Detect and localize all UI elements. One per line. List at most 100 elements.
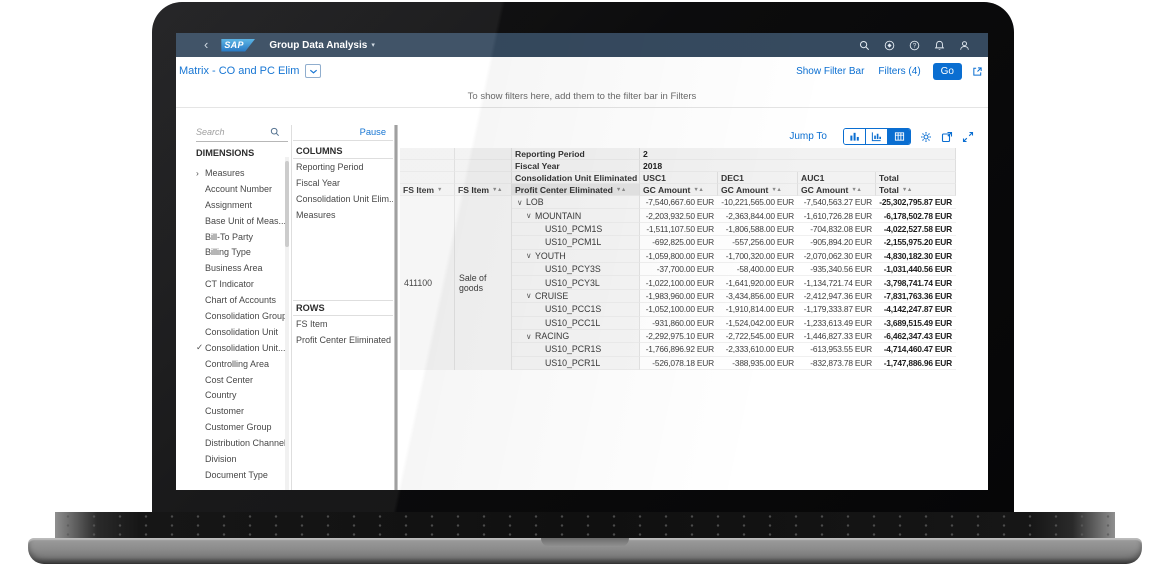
expandable-row-header-cell[interactable]: ∨ YOUTH: [512, 249, 640, 263]
expandable-row-header-cell[interactable]: ∨ MOUNTAIN: [512, 209, 640, 223]
gc-amount-header-cell[interactable]: GC Amount ▼▲: [798, 184, 876, 196]
amount-value-cell: -1,022,100.00 EUR: [640, 276, 718, 290]
row-header-cell[interactable]: US10_PCR1L: [512, 356, 640, 371]
dimension-item[interactable]: Cost Center: [196, 372, 291, 388]
collapse-chevron-icon[interactable]: ∨: [517, 198, 526, 207]
row-header-cell[interactable]: US10_PCY3L: [512, 276, 640, 290]
dimension-item[interactable]: Consolidation Unit: [196, 324, 291, 340]
search-input[interactable]: [196, 127, 270, 137]
collapse-chevron-icon[interactable]: ∨: [526, 291, 535, 300]
go-button[interactable]: Go: [932, 62, 962, 80]
dimension-item[interactable]: Base Unit of Meas...: [196, 213, 291, 229]
search-icon[interactable]: [270, 127, 280, 137]
panel-splitter-handle[interactable]: [394, 125, 398, 490]
dimension-item[interactable]: Division: [196, 451, 291, 467]
dimension-item[interactable]: Customer: [196, 403, 291, 419]
column-dimension-item[interactable]: Reporting Period: [293, 159, 393, 175]
filter-sort-icon: ▼▲: [615, 186, 626, 193]
show-filter-bar-link[interactable]: Show Filter Bar: [796, 66, 864, 77]
unit-header-cell[interactable]: AUC1: [798, 172, 876, 184]
dimension-search: [196, 125, 288, 142]
reporting-period-label-cell[interactable]: Reporting Period: [512, 148, 640, 160]
fs-item-text-header-cell[interactable]: FS Item ▼▲: [455, 184, 512, 196]
collapse-chevron-icon[interactable]: ∨: [526, 332, 535, 341]
row-dimension-item[interactable]: FS Item: [293, 316, 393, 332]
gc-amount-header-cell[interactable]: GC Amount ▼▲: [640, 184, 718, 196]
app-title-caret-icon[interactable]: ▾: [371, 41, 375, 49]
amount-text: -1,747,886.96 EUR: [883, 357, 953, 368]
back-icon[interactable]: ‹: [204, 34, 208, 56]
total-value-cell: -6,178,502.78 EUR: [876, 209, 956, 223]
dimension-item[interactable]: Customer Group: [196, 419, 291, 435]
dimension-item[interactable]: Billing Type: [196, 244, 291, 260]
dimension-item[interactable]: Controlling Area: [196, 356, 291, 372]
total-value-cell: -4,714,460.47 EUR: [876, 343, 956, 357]
dimension-item[interactable]: Document Type: [196, 467, 291, 483]
fiscal-year-value-cell[interactable]: 2018: [640, 160, 956, 172]
collapse-chevron-icon[interactable]: ∨: [526, 211, 535, 220]
reporting-period-value-cell[interactable]: 2: [640, 148, 956, 160]
dimension-item[interactable]: Bill-To Party: [196, 229, 291, 245]
bar-chart-view-button[interactable]: [844, 129, 866, 144]
expandable-row-header-cell[interactable]: ∨ CRUISE: [512, 289, 640, 304]
dimension-item[interactable]: Country: [196, 387, 291, 403]
settings-gear-icon[interactable]: [920, 131, 932, 143]
cu-eliminated-label-cell[interactable]: Consolidation Unit Eliminated: [512, 172, 640, 184]
fs-item-key-header-cell[interactable]: FS Item ▼: [400, 184, 455, 196]
search-icon[interactable]: [859, 40, 870, 51]
unit-header-cell[interactable]: Total: [876, 172, 956, 184]
notifications-bell-icon[interactable]: [934, 40, 945, 51]
amount-text: -7,540,563.27 EUR: [803, 197, 873, 208]
filter-hint-text: To show filters here, add them to the fi…: [467, 90, 697, 102]
open-in-new-icon[interactable]: [972, 66, 983, 77]
dimension-item[interactable]: Consolidation Group: [196, 308, 291, 324]
dimension-label: Consolidation Unit: [205, 326, 279, 337]
dimension-item[interactable]: Business Area: [196, 260, 291, 276]
pc-eliminated-header-cell[interactable]: Profit Center Eliminated ▼▲: [512, 184, 640, 196]
total-header-cell[interactable]: Total ▼▲: [876, 184, 956, 196]
row-header-cell[interactable]: US10_PCC1S: [512, 303, 640, 317]
fullscreen-icon[interactable]: [962, 131, 974, 143]
row-header-cell[interactable]: US10_PCC1L: [512, 316, 640, 330]
dimension-item[interactable]: ✓ Consolidation Unit...: [196, 340, 291, 356]
amount-value-cell: -1,983,960.00 EUR: [640, 290, 718, 304]
header-blank-cell: [400, 160, 455, 172]
dimension-item[interactable]: Chart of Accounts: [196, 292, 291, 308]
column-dimension-item[interactable]: Fiscal Year: [293, 175, 393, 191]
collapse-chevron-icon[interactable]: ∨: [526, 251, 535, 260]
row-header-cell[interactable]: US10_PCY3S: [512, 262, 640, 277]
gc-amount-header-cell[interactable]: GC Amount ▼▲: [718, 184, 798, 196]
cell-text: USC1: [643, 172, 666, 183]
expandable-row-header-cell[interactable]: ∨ LOB: [512, 196, 640, 210]
dimension-item[interactable]: Distribution Channel: [196, 435, 291, 451]
amount-value-cell: -557,256.00 EUR: [718, 236, 798, 250]
dimensions-scrollbar-thumb[interactable]: [285, 161, 289, 247]
row-header-cell[interactable]: US10_PCR1S: [512, 343, 640, 357]
filters-link[interactable]: Filters (4): [878, 66, 920, 77]
row-header-cell[interactable]: US10_PCM1S: [512, 222, 640, 237]
jump-to-link[interactable]: Jump To: [789, 131, 827, 142]
profile-icon[interactable]: [959, 40, 970, 51]
chart-table-view-button[interactable]: [866, 129, 888, 144]
export-icon[interactable]: [941, 131, 953, 143]
unit-header-cell[interactable]: USC1: [640, 172, 718, 184]
column-dimension-item[interactable]: Measures: [293, 207, 393, 223]
column-dimension-item[interactable]: Consolidation Unit Elim...: [293, 191, 393, 207]
expandable-row-header-cell[interactable]: ∨ RACING: [512, 329, 640, 344]
dimension-item[interactable]: Assignment: [196, 197, 291, 213]
amount-text: -4,830,182.30 EUR: [883, 250, 953, 261]
dimension-item[interactable]: › Measures: [196, 165, 291, 181]
copilot-icon[interactable]: [884, 40, 895, 51]
row-dimension-item[interactable]: Profit Center Eliminated: [293, 332, 393, 348]
table-view-button[interactable]: [888, 129, 910, 144]
fiscal-year-label-cell[interactable]: Fiscal Year: [512, 160, 640, 172]
row-header-cell[interactable]: US10_PCM1L: [512, 236, 640, 250]
unit-header-cell[interactable]: DEC1: [718, 172, 798, 184]
amount-text: -2,070,062.30 EUR: [803, 250, 873, 261]
help-icon[interactable]: ?: [909, 40, 920, 51]
variant-dropdown[interactable]: [305, 64, 322, 78]
dimension-item[interactable]: Account Number: [196, 181, 291, 197]
app-title[interactable]: Group Data Analysis: [269, 40, 367, 51]
pause-link[interactable]: Pause: [360, 127, 386, 137]
dimension-item[interactable]: CT Indicator: [196, 276, 291, 292]
